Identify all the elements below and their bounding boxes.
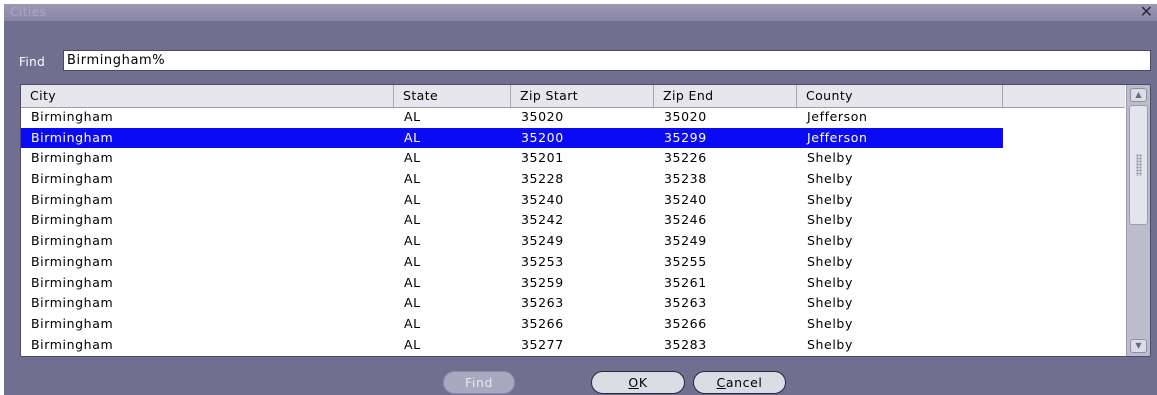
cell-zip-start: 35228 xyxy=(521,171,564,187)
cell-zip-start: 35201 xyxy=(521,150,564,166)
cell-city: Birmingham xyxy=(31,212,114,228)
scroll-thumb[interactable] xyxy=(1129,105,1148,225)
cell-state: AL xyxy=(404,171,421,187)
cell-city: Birmingham xyxy=(31,295,114,311)
cell-zip-end: 35249 xyxy=(664,233,707,249)
cell-state: AL xyxy=(404,274,421,290)
cell-zip-start: 35249 xyxy=(521,233,564,249)
column-header-zip-end[interactable]: Zip End xyxy=(654,85,797,107)
cell-county: Shelby xyxy=(807,191,853,207)
cell-county: Shelby xyxy=(807,253,853,269)
cell-county: Shelby xyxy=(807,233,853,249)
cell-zip-start: 35253 xyxy=(521,253,564,269)
cell-state: AL xyxy=(404,129,421,145)
cell-zip-end: 35261 xyxy=(664,274,707,290)
table-row[interactable]: Birmingham AL 35266 35266 Shelby xyxy=(21,314,1003,335)
cell-city: Birmingham xyxy=(31,150,114,166)
table-row[interactable]: Birmingham AL 35253 35255 Shelby xyxy=(21,252,1003,273)
cell-city: Birmingham xyxy=(31,336,114,352)
table-row[interactable]: Birmingham AL 35249 35249 Shelby xyxy=(21,231,1003,252)
cell-zip-end: 35240 xyxy=(664,191,707,207)
cell-city: Birmingham xyxy=(31,274,114,290)
cell-county: Shelby xyxy=(807,171,853,187)
close-icon[interactable]: ✕ xyxy=(1140,2,1153,21)
cell-zip-end: 35246 xyxy=(664,212,707,228)
cell-state: AL xyxy=(404,150,421,166)
cell-state: AL xyxy=(404,191,421,207)
grid-rows: Birmingham AL 35020 35020 Jefferson Birmingha… xyxy=(21,107,1003,355)
cancel-label-rest: ancel xyxy=(725,375,763,390)
cell-zip-start: 35259 xyxy=(521,274,564,290)
table-row[interactable]: Birmingham AL 35242 35246 Shelby xyxy=(21,210,1003,231)
cell-zip-start: 35277 xyxy=(521,336,564,352)
cell-zip-start: 35240 xyxy=(521,191,564,207)
grid-header: City State Zip Start Zip End County xyxy=(21,85,1125,108)
cell-county: Shelby xyxy=(807,212,853,228)
cell-zip-end: 35255 xyxy=(664,253,707,269)
column-header-state[interactable]: State xyxy=(394,85,511,107)
scroll-up-icon[interactable]: ▲ xyxy=(1130,88,1147,102)
cell-city: Birmingham xyxy=(31,191,114,207)
table-row[interactable]: Birmingham AL 35020 35020 Jefferson xyxy=(21,107,1003,128)
table-row[interactable]: Birmingham AL 35263 35263 Shelby xyxy=(21,293,1003,314)
cell-city: Birmingham xyxy=(31,109,114,124)
grip-icon xyxy=(1136,154,1142,176)
table-row[interactable]: Birmingham AL 35259 35261 Shelby xyxy=(21,273,1003,294)
find-button[interactable]: Find xyxy=(443,371,515,394)
column-header-city[interactable]: City xyxy=(21,85,394,107)
cities-dialog: Cities ✕ Find City State Zip Start Zip E… xyxy=(4,2,1157,395)
column-header-zip-start[interactable]: Zip Start xyxy=(511,85,654,107)
cell-state: AL xyxy=(404,315,421,331)
ok-mnemonic: O xyxy=(628,375,639,390)
cell-zip-end: 35299 xyxy=(664,129,707,145)
cell-zip-start: 35200 xyxy=(521,129,564,145)
cell-city: Birmingham xyxy=(31,171,114,187)
cell-county: Shelby xyxy=(807,336,853,352)
table-row[interactable]: Birmingham AL 35240 35240 Shelby xyxy=(21,190,1003,211)
cell-county: Shelby xyxy=(807,315,853,331)
cell-state: AL xyxy=(404,253,421,269)
table-row[interactable]: Birmingham AL 35201 35226 Shelby xyxy=(21,148,1003,169)
cell-zip-end: 35020 xyxy=(664,109,707,124)
cell-zip-end: 35238 xyxy=(664,171,707,187)
cell-county: Shelby xyxy=(807,295,853,311)
cell-state: AL xyxy=(404,336,421,352)
cell-city: Birmingham xyxy=(31,315,114,331)
cell-city: Birmingham xyxy=(31,253,114,269)
cell-state: AL xyxy=(404,109,421,124)
cell-state: AL xyxy=(404,212,421,228)
cell-city: Birmingham xyxy=(31,233,114,249)
cell-zip-end: 35263 xyxy=(664,295,707,311)
cell-state: AL xyxy=(404,233,421,249)
scroll-down-icon[interactable]: ▼ xyxy=(1130,339,1147,353)
column-header-filler xyxy=(1003,85,1125,107)
column-header-county[interactable]: County xyxy=(797,85,1003,107)
find-label: Find xyxy=(19,55,46,69)
cell-zip-end: 35266 xyxy=(664,315,707,331)
title-bar[interactable]: Cities ✕ xyxy=(4,2,1157,21)
cancel-button[interactable]: Cancel xyxy=(693,371,786,394)
vertical-scrollbar[interactable]: ▲ ▼ xyxy=(1126,85,1150,356)
ok-button[interactable]: OK xyxy=(591,371,685,394)
cell-zip-end: 35226 xyxy=(664,150,707,166)
dialog-title: Cities xyxy=(10,5,47,19)
cancel-mnemonic: C xyxy=(716,375,726,390)
cell-zip-start: 35242 xyxy=(521,212,564,228)
cell-county: Jefferson xyxy=(807,129,868,145)
cell-county: Jefferson xyxy=(807,109,868,124)
cell-state: AL xyxy=(404,295,421,311)
table-row[interactable]: Birmingham AL 35228 35238 Shelby xyxy=(21,169,1003,190)
cell-zip-start: 35266 xyxy=(521,315,564,331)
find-input[interactable] xyxy=(63,50,1151,71)
cell-zip-start: 35020 xyxy=(521,109,564,124)
cities-grid: City State Zip Start Zip End County Birm… xyxy=(20,84,1151,357)
cell-zip-start: 35263 xyxy=(521,295,564,311)
cell-zip-end: 35283 xyxy=(664,336,707,352)
ok-label-rest: K xyxy=(638,375,648,390)
table-row[interactable]: Birmingham AL 35200 35299 Jefferson xyxy=(21,127,1003,149)
cell-county: Shelby xyxy=(807,274,853,290)
cell-city: Birmingham xyxy=(31,129,114,145)
cell-county: Shelby xyxy=(807,150,853,166)
table-row[interactable]: Birmingham AL 35277 35283 Shelby xyxy=(21,335,1003,356)
